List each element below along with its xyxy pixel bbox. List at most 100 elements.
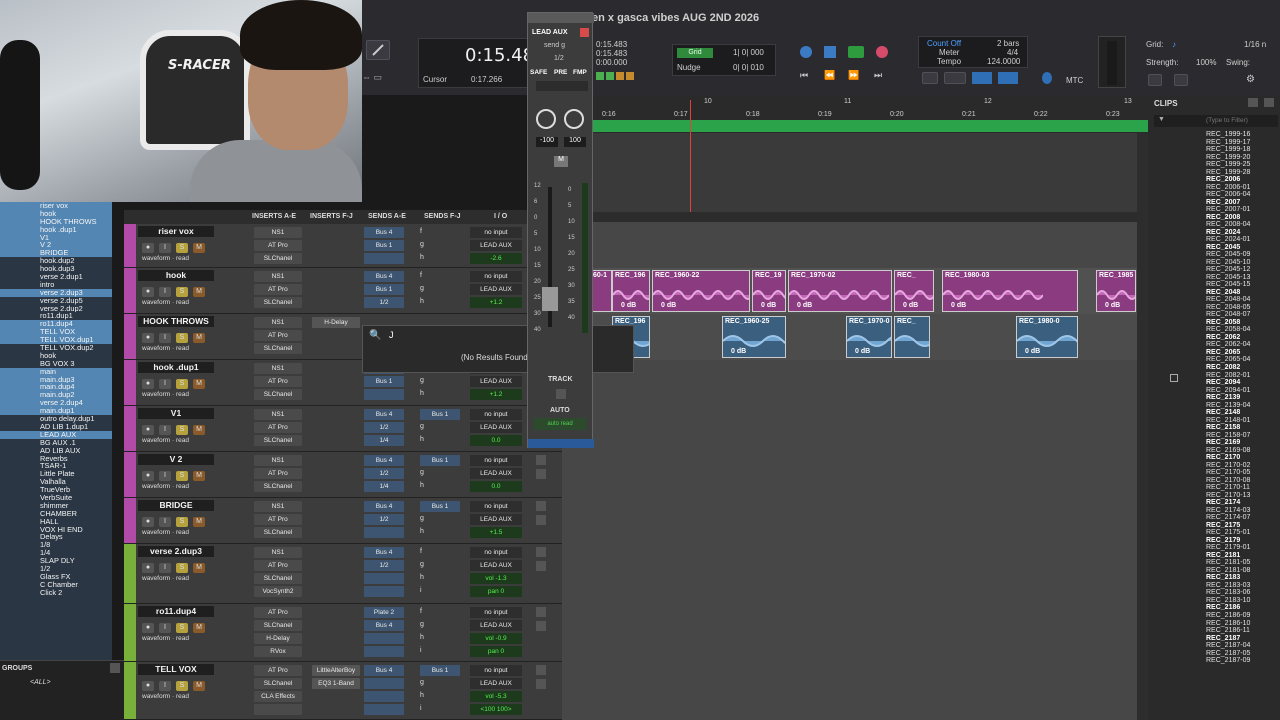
record-buttons[interactable] <box>596 72 646 82</box>
volume-readout[interactable]: -2.6 <box>470 253 522 264</box>
aux-mute-button[interactable]: M <box>554 156 568 167</box>
track-list-item[interactable]: TELL VOX.dup2 <box>0 344 112 352</box>
io-slot[interactable]: LEAD AUX <box>470 240 522 251</box>
insert-slot[interactable]: SLChanel <box>254 620 302 631</box>
clip-list-item[interactable]: REC_2045 <box>1148 244 1280 252</box>
track-list-item[interactable]: Click 2 <box>0 589 112 597</box>
track-list-item[interactable]: CHAMBER <box>0 510 112 518</box>
input-monitor-button[interactable]: I <box>159 471 171 481</box>
track-list-item[interactable]: HOOK THROWS <box>0 217 112 226</box>
forward-icon[interactable]: ⏩ <box>848 70 859 81</box>
track-list-item[interactable]: hook.dup2 <box>0 257 112 265</box>
clip-list-item[interactable]: REC_2175 <box>1148 522 1280 530</box>
solo-button[interactable]: S <box>176 471 188 481</box>
track-name[interactable]: V 2 <box>138 454 214 465</box>
send-slot[interactable] <box>364 646 404 657</box>
send-slot[interactable]: Bus 4 <box>364 620 404 631</box>
clips-window-icon[interactable] <box>1248 98 1258 107</box>
strip-plus-icon[interactable] <box>536 621 546 631</box>
send-slot[interactable]: Bus 4 <box>364 665 404 676</box>
insert-slot[interactable]: SLChanel <box>254 678 302 689</box>
insert-slot[interactable]: NS1 <box>254 227 302 238</box>
track-list-item[interactable]: Delays <box>0 533 112 541</box>
insert-slot[interactable]: NS1 <box>254 501 302 512</box>
clip-list-item[interactable]: REC_2174-03 <box>1148 507 1280 515</box>
clip-list-item[interactable]: REC_2169-08 <box>1148 447 1280 455</box>
clip-list-item[interactable]: REC_2082 <box>1148 364 1280 372</box>
mute-button[interactable]: M <box>193 623 205 633</box>
volume-readout[interactable]: vol -1.3 <box>470 573 522 584</box>
clip-list-item[interactable]: REC_2187-05 <box>1148 650 1280 658</box>
input-monitor-button[interactable]: I <box>159 425 171 435</box>
clip-list-item[interactable]: REC_2094-01 <box>1148 387 1280 395</box>
insert-slot[interactable]: SLChanel <box>254 253 302 264</box>
clip-list-item[interactable]: REC_1999-17 <box>1148 139 1280 147</box>
send-slot[interactable]: Bus 4 <box>364 547 404 558</box>
solo-button[interactable]: S <box>176 681 188 691</box>
mute-button[interactable]: M <box>193 471 205 481</box>
send-slot[interactable] <box>364 527 404 538</box>
insert-slot[interactable]: AT Pro <box>254 284 302 295</box>
track-list-item[interactable]: verse 2.dup5 <box>0 297 112 305</box>
playhead[interactable] <box>690 100 691 220</box>
clip-list-item[interactable]: REC_2170-13 <box>1148 492 1280 500</box>
send-slot[interactable]: Plate 2 <box>364 607 404 618</box>
settings-gear-icon[interactable]: ⚙ <box>1246 74 1255 85</box>
input-monitor-button[interactable]: I <box>159 681 171 691</box>
clip-list-item[interactable]: REC_2186-10 <box>1148 620 1280 628</box>
insert-slot[interactable]: SLChanel <box>254 573 302 584</box>
record-arm-button[interactable]: ● <box>142 681 154 691</box>
mute-button[interactable]: M <box>193 243 205 253</box>
aux-tab-safe[interactable]: SAFE <box>530 69 547 76</box>
track-list-item[interactable]: riser vox <box>0 202 112 210</box>
io-slot[interactable]: LEAD AUX <box>470 678 522 689</box>
send-slot[interactable]: 1/2 <box>364 514 404 525</box>
aux-automation-mode[interactable]: auto read <box>534 418 586 430</box>
clip-list-item[interactable]: REC_2174-07 <box>1148 514 1280 522</box>
insert-slot[interactable]: NS1 <box>254 363 302 374</box>
insert-slot[interactable]: SLChanel <box>254 297 302 308</box>
aux-link-buttons[interactable] <box>536 81 588 91</box>
audio-clip[interactable]: REC_ 0 dB <box>894 270 934 312</box>
send-slot[interactable]: Bus 1 <box>364 240 404 251</box>
midi-merge-icon[interactable] <box>972 72 992 84</box>
groups-all[interactable]: <ALL> <box>30 679 51 686</box>
mute-button[interactable]: M <box>193 379 205 389</box>
stop-icon[interactable] <box>824 46 836 58</box>
volume-readout[interactable]: +1.2 <box>470 389 522 400</box>
clip-list-item[interactable]: REC_2186-11 <box>1148 627 1280 635</box>
clip-list-item[interactable]: REC_2179-01 <box>1148 544 1280 552</box>
strip-menu-icon[interactable] <box>536 501 546 511</box>
track-list-item[interactable]: BRIDGE <box>0 249 112 258</box>
io-slot[interactable]: no input <box>470 607 522 618</box>
clip-list-item[interactable]: REC_2148-01 <box>1148 417 1280 425</box>
record-arm-button[interactable]: ● <box>142 563 154 573</box>
clip-list-item[interactable]: REC_2181-05 <box>1148 559 1280 567</box>
send-slot[interactable]: Bus 1 <box>364 376 404 387</box>
io-slot[interactable]: LEAD AUX <box>470 620 522 631</box>
track-list-item[interactable]: TSAR-1 <box>0 462 112 470</box>
clip-list-item[interactable]: REC_2170-08 <box>1148 477 1280 485</box>
audio-clip[interactable]: REC_19 0 dB <box>752 270 786 312</box>
clip-list-item[interactable]: REC_2179 <box>1148 537 1280 545</box>
track-list-item[interactable]: verse 2.dup2 <box>0 305 112 313</box>
io-slot[interactable]: no input <box>470 227 522 238</box>
track-list-item[interactable]: intro <box>0 281 112 289</box>
clip-list-item[interactable]: REC_1999-20 <box>1148 154 1280 162</box>
send-slot[interactable]: 1/4 <box>364 435 404 446</box>
clip-list-item[interactable]: REC_2024 <box>1148 229 1280 237</box>
send-slot[interactable] <box>364 573 404 584</box>
solo-button[interactable]: S <box>176 623 188 633</box>
insert-slot[interactable]: AT Pro <box>254 514 302 525</box>
clip-list-item[interactable]: REC_2045-13 <box>1148 274 1280 282</box>
pan-readout[interactable]: <100 100> <box>470 704 522 715</box>
track-list-item[interactable]: main.dup1 <box>0 407 112 416</box>
track-list-item[interactable]: hook <box>0 352 112 360</box>
input-monitor-button[interactable]: I <box>159 243 171 253</box>
track-list-item[interactable]: main.dup4 <box>0 383 112 392</box>
strip-plus-icon[interactable] <box>536 469 546 479</box>
fader-handle[interactable] <box>542 287 558 311</box>
zoom-out-icon[interactable] <box>1174 74 1188 86</box>
record-arm-button[interactable]: ● <box>142 425 154 435</box>
selection-range-bar[interactable] <box>590 120 1148 132</box>
